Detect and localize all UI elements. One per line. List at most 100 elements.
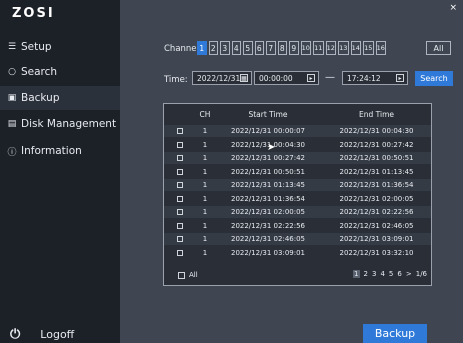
next-page-button[interactable]: > [406,270,412,278]
header-ch: CH [199,109,211,119]
backup-icon: ▣ [7,93,17,103]
page-1[interactable]: 1 [353,270,360,278]
sidebar-item-label: Information [21,145,82,157]
time-picker-icon[interactable]: ▸ [307,74,315,82]
start-time-value: 00:00:00 [259,73,293,83]
header-start-time: Start Time [248,109,288,119]
row-start-time: 2022/12/31 02:22:56 [230,221,305,230]
row-checkbox[interactable] [177,209,183,215]
row-end-time: 2022/12/31 00:50:51 [339,154,414,162]
mouse-cursor-icon: ➤ [267,142,276,153]
table-row[interactable]: 1 2022/12/31 01:13:45 2022/12/31 01:36:54 [164,179,431,191]
page-3[interactable]: 3 [372,270,376,278]
page-2[interactable]: 2 [364,270,368,278]
channel-button-8[interactable]: 8 [277,41,287,55]
row-end-time: 2022/12/31 01:13:45 [339,167,414,176]
row-start-time: 2022/12/31 01:36:54 [230,194,305,203]
channel-button-2[interactable]: 2 [208,41,218,55]
info-icon: ⓘ [7,147,17,158]
row-end-time: 2022/12/31 00:27:42 [339,140,414,149]
row-checkbox[interactable] [177,195,183,202]
row-checkbox[interactable] [177,168,183,175]
start-date-value: 2022/12/31 [197,73,241,83]
channel-button-9[interactable]: 9 [289,41,299,55]
table-row[interactable]: 1 2022/12/31 00:04:30 2022/12/31 00:27:42 [164,139,431,151]
power-icon: ⏻ [10,326,21,342]
row-checkbox[interactable] [177,236,183,242]
row-end-time: 2022/12/31 03:09:01 [339,235,414,243]
select-all-checkbox[interactable] [178,271,185,279]
select-all[interactable]: All [178,271,198,279]
table-row[interactable]: 1 2022/12/31 00:00:07 2022/12/31 00:04:30 [164,125,431,137]
channel-buttons: 1 2 3 4 5 6 7 8 9 10 11 12 13 14 15 16 [197,41,386,55]
calendar-icon[interactable]: ▦ [240,74,248,82]
row-ch: 1 [202,181,208,189]
channel-button-12[interactable]: 12 [325,41,336,55]
channel-button-13[interactable]: 13 [338,41,349,55]
row-start-time: 2022/12/31 03:09:01 [230,248,305,257]
channel-button-15[interactable]: 15 [363,41,374,55]
range-dash: — [325,72,335,83]
search-button[interactable]: Search [415,71,453,86]
start-time-field[interactable]: 00:00:00 ▸ [254,71,319,85]
time-picker-icon[interactable]: ▸ [396,74,404,82]
channel-button-3[interactable]: 3 [220,41,230,55]
channel-button-10[interactable]: 10 [300,41,311,55]
sidebar-item-backup[interactable]: ▣ Backup [0,86,120,110]
end-time-field[interactable]: 17:24:12 ▸ [342,71,408,85]
row-end-time: 2022/12/31 03:32:10 [339,248,414,257]
backup-panel: × Channe 1 2 3 4 5 6 7 8 9 10 11 12 13 14 15 16 All Tim… [120,0,463,343]
row-checkbox[interactable] [177,155,183,161]
pagination: 1 2 3 4 5 6 >1/6 [353,270,427,278]
table-row[interactable]: 1 2022/12/31 03:09:01 2022/12/31 03:32:10 [164,247,431,259]
sliders-icon: ☰ [7,42,17,52]
channel-button-4[interactable]: 4 [231,41,241,55]
start-date-field[interactable]: 2022/12/31 ▦ [192,71,252,85]
channel-button-14[interactable]: 14 [350,41,361,55]
row-end-time: 2022/12/31 02:46:05 [339,221,414,230]
sidebar-item-disk-management[interactable]: ▤ Disk Management [0,112,120,136]
sidebar-item-setup[interactable]: ☰ Setup [0,35,120,59]
table-row[interactable]: 1 2022/12/31 00:50:51 2022/12/31 01:13:45 [164,166,431,178]
row-checkbox[interactable] [177,182,183,188]
close-icon[interactable]: × [449,3,457,13]
table-row[interactable]: 1 2022/12/31 00:27:42 2022/12/31 00:50:51 [164,152,431,164]
row-end-time: 2022/12/31 00:04:30 [339,127,414,135]
backup-button[interactable]: Backup [363,324,427,343]
disk-icon: ▤ [7,119,17,129]
page-5[interactable]: 5 [389,270,393,278]
row-end-time: 2022/12/31 02:00:05 [339,194,414,203]
channel-button-16[interactable]: 16 [375,41,386,55]
logoff-button[interactable]: ⏻ Logoff [0,326,120,342]
brand-logo: ZOSI [12,6,55,21]
row-start-time: 2022/12/31 02:46:05 [230,235,305,243]
table-row[interactable]: 1 2022/12/31 02:00:05 2022/12/31 02:22:56 [164,206,431,218]
table-row[interactable]: 1 2022/12/31 02:22:56 2022/12/31 02:46:05 [164,220,431,232]
row-ch: 1 [202,221,208,230]
channel-button-5[interactable]: 5 [243,41,253,55]
row-checkbox[interactable] [177,141,183,148]
channel-button-7[interactable]: 7 [266,41,276,55]
page-6[interactable]: 6 [397,270,401,278]
search-icon: ○ [8,67,16,77]
row-start-time: 2022/12/31 00:27:42 [230,154,305,162]
table-row[interactable]: 1 2022/12/31 01:36:54 2022/12/31 02:00:05 [164,193,431,205]
row-checkbox[interactable] [177,222,183,229]
sidebar-item-label: Setup [21,41,52,53]
table-row[interactable]: 1 2022/12/31 02:46:05 2022/12/31 03:09:01 [164,233,431,245]
row-ch: 1 [202,154,208,162]
row-end-time: 2022/12/31 01:36:54 [339,181,414,189]
row-checkbox[interactable] [177,128,183,134]
row-checkbox[interactable] [177,249,183,256]
channel-button-1[interactable]: 1 [197,41,207,55]
channel-label: Channe [164,44,197,54]
sidebar-item-information[interactable]: ⓘ Information [0,139,120,163]
channel-all-button[interactable]: All [426,41,451,55]
row-ch: 1 [202,248,208,257]
page-4[interactable]: 4 [380,270,384,278]
sidebar-item-label: Backup [21,92,60,104]
sidebar-item-search[interactable]: ○ Search [0,60,120,84]
time-label: Time: [164,75,188,85]
channel-button-11[interactable]: 11 [313,41,324,55]
channel-button-6[interactable]: 6 [254,41,264,55]
